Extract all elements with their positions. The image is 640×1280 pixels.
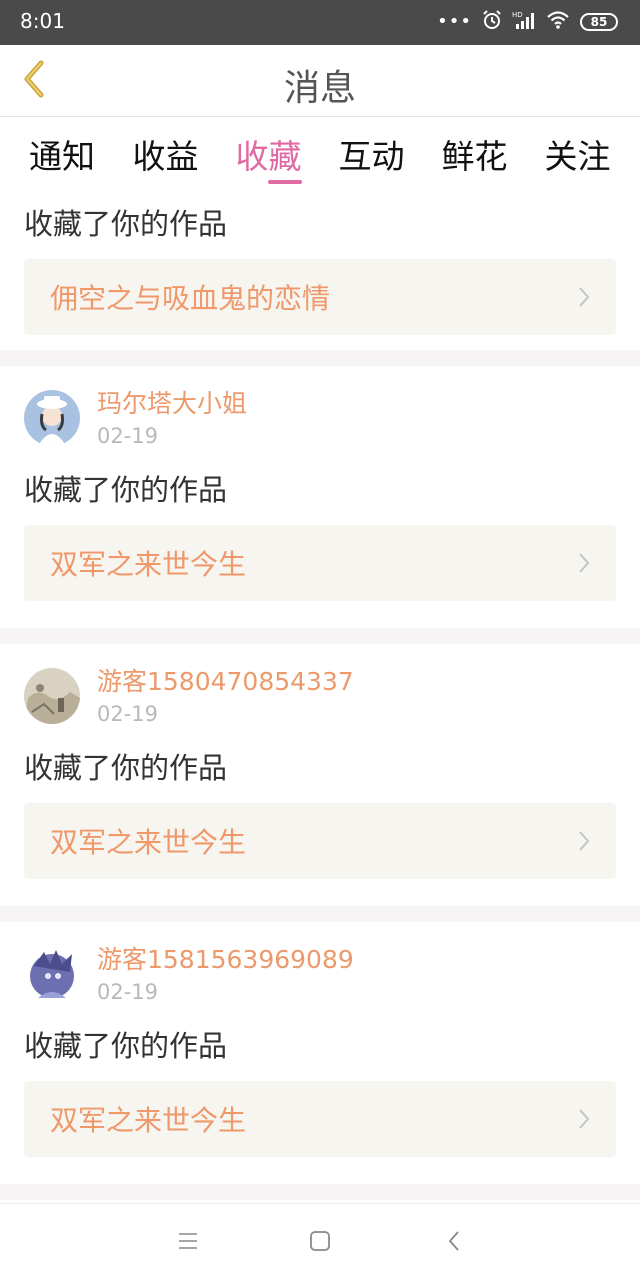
tab-interactions[interactable]: 互动 [320,118,423,186]
action-text: 收藏了你的作品 [24,207,228,241]
chevron-right-icon [578,1108,590,1130]
chevron-left-icon [447,1230,461,1256]
work-link[interactable]: 佣空之与吸血鬼的恋情 [24,259,616,335]
user-row: 游客1580470854337 02-19 [24,666,616,736]
tab-bar: 通知 收益 收藏 互动 鲜花 关注 [0,118,640,186]
more-dots-icon: ••• [437,11,472,32]
avatar[interactable] [24,390,80,446]
username[interactable]: 玛尔塔大小姐 [97,388,247,420]
tab-earnings[interactable]: 收益 [114,118,217,186]
home-square-icon [309,1230,331,1256]
system-nav-bar [0,1203,640,1280]
user-row: 玛尔塔大小姐 02-19 [24,388,616,458]
menu-icon [177,1232,199,1254]
divider [0,350,640,366]
wifi-icon [546,10,570,34]
action-text: 收藏了你的作品 [24,1029,228,1063]
tab-flowers[interactable]: 鲜花 [423,118,526,186]
user-meta: 玛尔塔大小姐 02-19 [97,388,247,451]
work-title: 双军之来世今生 [50,1104,247,1137]
alarm-icon [482,10,502,34]
list-item: 玛尔塔大小姐 02-19 收藏了你的作品 双军之来世今生 [0,366,640,628]
message-feed: 收藏了你的作品 佣空之与吸血鬼的恋情 玛尔塔大小姐 02-19 收藏了你的作品 … [0,186,640,1200]
user-meta: 游客1580470854337 02-19 [97,666,354,729]
work-link[interactable]: 双军之来世今生 [24,803,616,879]
user-row: 游客1581563969089 02-19 [24,944,616,1014]
username[interactable]: 游客1581563969089 [97,944,354,976]
user-meta: 游客1581563969089 02-19 [97,944,354,1007]
header: 消息 [0,45,640,117]
work-title: 佣空之与吸血鬼的恋情 [50,282,331,315]
status-bar: 8:01 ••• HD 85 [0,0,640,45]
avatar[interactable] [24,946,80,1002]
tab-follows[interactable]: 关注 [526,118,629,186]
chevron-right-icon [578,286,590,308]
list-item: 收藏了你的作品 佣空之与吸血鬼的恋情 [0,186,640,350]
timestamp: 02-19 [97,980,159,1004]
signal-icon: HD [512,10,536,34]
list-item: 游客1581563969089 02-19 收藏了你的作品 双军之来世今生 [0,922,640,1184]
tab-notifications[interactable]: 通知 [0,118,114,186]
home-button[interactable] [300,1228,340,1258]
action-text: 收藏了你的作品 [24,473,228,507]
chevron-right-icon [578,552,590,574]
work-link[interactable]: 双军之来世今生 [24,1081,616,1157]
divider [0,906,640,922]
action-text: 收藏了你的作品 [24,751,228,785]
divider [0,1184,640,1200]
work-title: 双军之来世今生 [50,826,247,859]
work-link[interactable]: 双军之来世今生 [24,525,616,601]
tab-favorites[interactable]: 收藏 [217,118,320,186]
username[interactable]: 游客1580470854337 [97,666,354,698]
system-back-button[interactable] [434,1228,474,1258]
status-time: 8:01 [20,9,65,33]
page-title: 消息 [283,68,356,109]
avatar[interactable] [24,668,80,724]
svg-text:HD: HD [512,11,523,19]
timestamp: 02-19 [97,424,159,448]
battery-indicator: 85 [580,13,618,31]
work-title: 双军之来世今生 [50,548,247,581]
divider [0,628,640,644]
menu-button[interactable] [168,1228,208,1258]
list-item: 游客1580470854337 02-19 收藏了你的作品 双军之来世今生 [0,644,640,906]
timestamp: 02-19 [97,702,159,726]
chevron-right-icon [578,830,590,852]
status-icons: ••• HD 85 [437,10,618,34]
